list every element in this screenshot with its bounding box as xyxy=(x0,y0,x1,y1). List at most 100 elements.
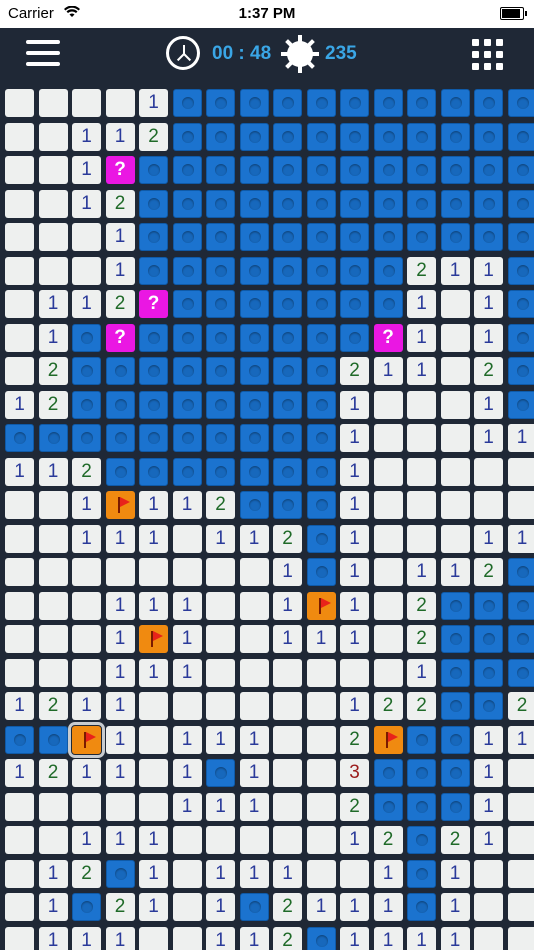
covered-cell[interactable] xyxy=(440,223,470,251)
covered-cell[interactable] xyxy=(373,122,403,151)
revealed-cell[interactable] xyxy=(440,323,470,352)
revealed-cell[interactable]: 1 xyxy=(340,491,369,519)
revealed-cell[interactable] xyxy=(373,591,403,620)
revealed-cell[interactable]: 2 xyxy=(72,457,101,486)
revealed-cell[interactable] xyxy=(5,591,34,620)
covered-cell[interactable] xyxy=(72,357,101,385)
revealed-cell[interactable]: 1 xyxy=(507,524,534,553)
revealed-cell[interactable]: 1 xyxy=(38,926,68,950)
revealed-cell[interactable] xyxy=(306,658,336,687)
revealed-cell[interactable] xyxy=(373,625,403,653)
covered-cell[interactable] xyxy=(340,290,369,318)
revealed-cell[interactable]: 1 xyxy=(105,625,135,653)
revealed-cell[interactable] xyxy=(5,189,34,218)
revealed-cell[interactable]: 1 xyxy=(105,223,135,251)
covered-cell[interactable] xyxy=(507,323,534,352)
covered-cell[interactable] xyxy=(206,189,235,218)
covered-cell[interactable] xyxy=(139,357,168,385)
covered-cell[interactable] xyxy=(507,256,534,285)
flagged-cell[interactable] xyxy=(105,491,135,519)
revealed-cell[interactable] xyxy=(38,89,68,117)
covered-cell[interactable] xyxy=(373,156,403,184)
covered-cell[interactable] xyxy=(105,424,135,452)
revealed-cell[interactable] xyxy=(5,323,34,352)
covered-cell[interactable] xyxy=(474,122,503,151)
revealed-cell[interactable]: 1 xyxy=(407,658,436,687)
covered-cell[interactable] xyxy=(440,759,470,787)
covered-cell[interactable] xyxy=(172,424,202,452)
covered-cell[interactable] xyxy=(172,256,202,285)
covered-cell[interactable] xyxy=(507,223,534,251)
revealed-cell[interactable] xyxy=(72,625,101,653)
covered-cell[interactable] xyxy=(407,122,436,151)
covered-cell[interactable] xyxy=(507,89,534,117)
revealed-cell[interactable]: 2 xyxy=(507,692,534,720)
revealed-cell[interactable]: 1 xyxy=(139,89,168,117)
revealed-cell[interactable] xyxy=(306,859,336,888)
revealed-cell[interactable]: 1 xyxy=(139,658,168,687)
covered-cell[interactable] xyxy=(72,424,101,452)
revealed-cell[interactable]: 1 xyxy=(5,692,34,720)
revealed-cell[interactable]: 1 xyxy=(105,759,135,787)
revealed-cell[interactable] xyxy=(206,692,235,720)
covered-cell[interactable] xyxy=(172,223,202,251)
revealed-cell[interactable]: 2 xyxy=(340,357,369,385)
revealed-cell[interactable]: 1 xyxy=(172,725,202,754)
revealed-cell[interactable] xyxy=(72,89,101,117)
revealed-cell[interactable] xyxy=(273,692,302,720)
revealed-cell[interactable]: 2 xyxy=(38,390,68,419)
revealed-cell[interactable]: 1 xyxy=(72,826,101,854)
revealed-cell[interactable]: 1 xyxy=(474,524,503,553)
revealed-cell[interactable]: 1 xyxy=(440,558,470,586)
revealed-cell[interactable] xyxy=(507,759,534,787)
covered-cell[interactable] xyxy=(306,156,336,184)
covered-cell[interactable] xyxy=(440,89,470,117)
revealed-cell[interactable] xyxy=(306,725,336,754)
revealed-cell[interactable] xyxy=(407,424,436,452)
revealed-cell[interactable]: 1 xyxy=(306,625,336,653)
revealed-cell[interactable]: 1 xyxy=(105,591,135,620)
revealed-cell[interactable] xyxy=(440,524,470,553)
revealed-cell[interactable] xyxy=(38,524,68,553)
revealed-cell[interactable]: 2 xyxy=(373,692,403,720)
revealed-cell[interactable]: 1 xyxy=(340,826,369,854)
covered-cell[interactable] xyxy=(306,256,336,285)
revealed-cell[interactable]: 1 xyxy=(105,826,135,854)
covered-cell[interactable] xyxy=(440,156,470,184)
revealed-cell[interactable] xyxy=(273,658,302,687)
covered-cell[interactable] xyxy=(72,893,101,921)
covered-cell[interactable] xyxy=(206,357,235,385)
revealed-cell[interactable]: 1 xyxy=(206,725,235,754)
revealed-cell[interactable]: 1 xyxy=(239,759,269,787)
revealed-cell[interactable] xyxy=(139,558,168,586)
revealed-cell[interactable] xyxy=(340,859,369,888)
covered-cell[interactable] xyxy=(373,792,403,821)
revealed-cell[interactable] xyxy=(373,390,403,419)
covered-cell[interactable] xyxy=(105,357,135,385)
revealed-cell[interactable]: 1 xyxy=(105,524,135,553)
revealed-cell[interactable]: 1 xyxy=(139,893,168,921)
revealed-cell[interactable]: 1 xyxy=(474,290,503,318)
covered-cell[interactable] xyxy=(206,256,235,285)
revealed-cell[interactable]: 1 xyxy=(373,893,403,921)
revealed-cell[interactable]: 1 xyxy=(440,256,470,285)
revealed-cell[interactable]: 1 xyxy=(139,491,168,519)
covered-cell[interactable] xyxy=(407,759,436,787)
covered-cell[interactable] xyxy=(273,424,302,452)
revealed-cell[interactable]: 1 xyxy=(440,859,470,888)
revealed-cell[interactable]: 1 xyxy=(474,725,503,754)
revealed-cell[interactable] xyxy=(5,89,34,117)
revealed-cell[interactable] xyxy=(407,491,436,519)
covered-cell[interactable] xyxy=(273,156,302,184)
covered-cell[interactable] xyxy=(239,223,269,251)
covered-cell[interactable] xyxy=(507,625,534,653)
revealed-cell[interactable] xyxy=(306,826,336,854)
covered-cell[interactable] xyxy=(239,491,269,519)
revealed-cell[interactable]: 1 xyxy=(105,658,135,687)
revealed-cell[interactable] xyxy=(5,625,34,653)
revealed-cell[interactable]: 2 xyxy=(407,591,436,620)
covered-cell[interactable] xyxy=(407,189,436,218)
revealed-cell[interactable]: 2 xyxy=(474,558,503,586)
covered-cell[interactable] xyxy=(474,156,503,184)
covered-cell[interactable] xyxy=(239,189,269,218)
